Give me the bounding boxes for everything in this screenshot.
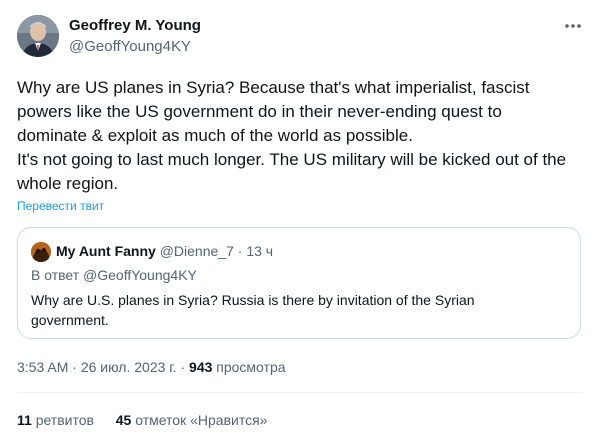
tweet-date[interactable]: 26 июл. 2023 г. <box>81 359 177 375</box>
quoted-avatar-image-icon <box>31 242 51 262</box>
retweets-count: 11 <box>17 412 32 428</box>
tweet-stats: 11 ретвитов 45 отметок «Нравится» <box>17 412 267 428</box>
quoted-author-name[interactable]: My Aunt Fanny <box>56 243 156 259</box>
quoted-text: Why are U.S. planes in Syria? Russia is … <box>31 290 561 330</box>
quoted-reply-to: В ответ @GeoffYoung4KY <box>31 267 197 283</box>
quoted-tweet[interactable]: My Aunt Fanny @Dienne_7 · 13 ч В ответ @… <box>17 227 581 339</box>
tweet-text-line: whole region. <box>17 174 119 193</box>
meta-separator: · <box>180 359 186 375</box>
quoted-avatar[interactable] <box>31 242 51 262</box>
quoted-author-handle[interactable]: @Dienne_7 <box>160 243 234 259</box>
likes-count: 45 <box>115 412 132 428</box>
views-count: 943 <box>189 359 213 375</box>
tweet-time[interactable]: 3:53 AM <box>17 359 68 375</box>
quoted-separator: · <box>237 243 243 259</box>
quoted-header: My Aunt Fanny @Dienne_7 · 13 ч <box>56 242 273 260</box>
divider <box>17 392 582 393</box>
author-name[interactable]: Geoffrey M. Young <box>69 17 201 34</box>
tweet-card: Geoffrey M. Young @GeoffYoung4KY Why are… <box>0 0 599 446</box>
more-button[interactable] <box>560 16 586 36</box>
tweet-text-line: Why are US planes in Syria? Because that… <box>17 78 530 97</box>
author-handle[interactable]: @GeoffYoung4KY <box>69 38 191 55</box>
avatar[interactable] <box>17 15 59 57</box>
tweet-meta: 3:53 AM · 26 июл. 2023 г. · 943 просмотр… <box>17 359 286 375</box>
quoted-text-line: Why are U.S. planes in Syria? Russia is … <box>31 292 475 308</box>
translate-tweet-link[interactable]: Перевести твит <box>17 199 104 213</box>
more-horizontal-icon <box>565 24 581 28</box>
retweets-stat[interactable]: 11 ретвитов <box>17 412 98 428</box>
tweet-text-line: It's not going to last much longer. The … <box>17 150 567 169</box>
views-label: просмотра <box>216 359 286 375</box>
tweet-text-line: dominate & exploit as much of the world … <box>17 126 413 145</box>
likes-label: отметок «Нравится» <box>135 412 268 428</box>
meta-separator: · <box>72 359 77 375</box>
avatar-photo-icon <box>17 15 59 57</box>
retweets-label: ретвитов <box>35 412 94 428</box>
quoted-timestamp[interactable]: 13 ч <box>246 243 273 259</box>
likes-stat[interactable]: 45 отметок «Нравится» <box>116 412 268 428</box>
tweet-text: Why are US planes in Syria? Because that… <box>17 76 592 196</box>
tweet-text-line: powers like the US government do in thei… <box>17 102 502 121</box>
quoted-text-line: government. <box>31 312 109 328</box>
